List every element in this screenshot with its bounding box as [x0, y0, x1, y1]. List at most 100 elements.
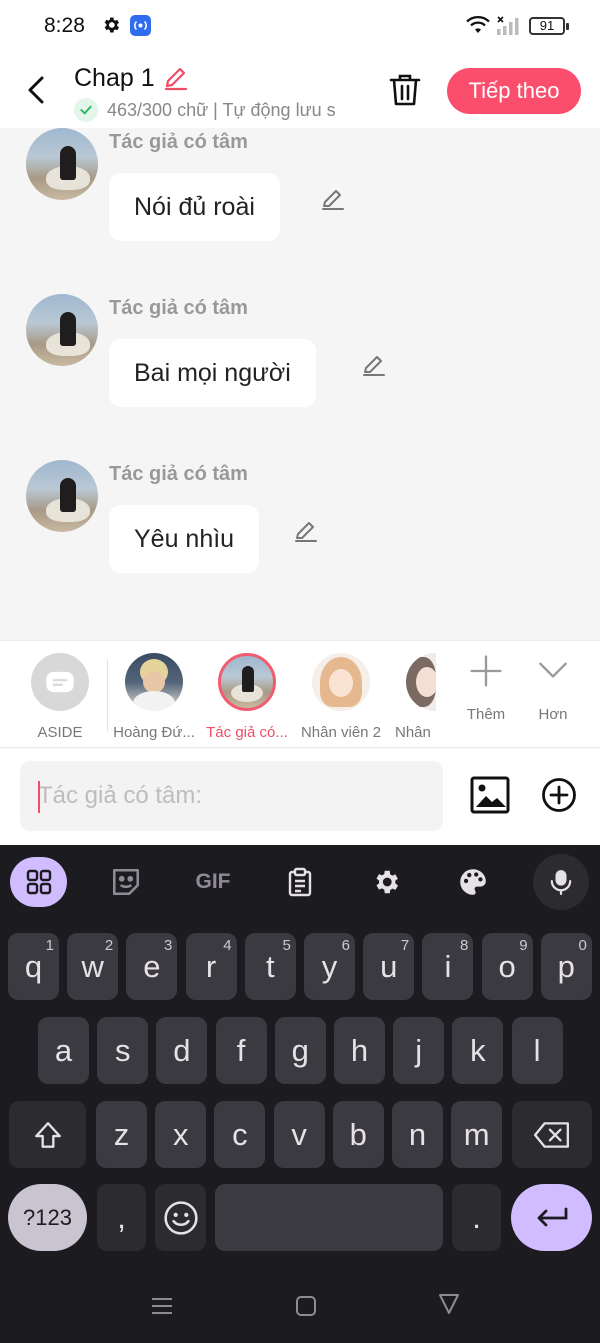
enter-key[interactable] [511, 1184, 592, 1251]
key-s[interactable]: s [97, 1017, 149, 1084]
key-u[interactable]: u7 [363, 933, 415, 1000]
avatar[interactable] [26, 460, 98, 532]
message-author: Tác giả có tâm [109, 463, 248, 485]
settings-icon[interactable] [358, 857, 414, 907]
message-bubble[interactable]: Nói đủ roài [109, 173, 280, 241]
key-g[interactable]: g [274, 1017, 326, 1084]
character-tac-gia[interactable]: Tác giả có... [204, 653, 290, 741]
key-label: i [444, 948, 452, 984]
message-bubble[interactable]: Bai mọi người [109, 339, 316, 407]
cast-icon [130, 15, 151, 36]
gif-button[interactable]: GIF [185, 857, 241, 907]
composer [0, 749, 600, 845]
key-label: u [380, 948, 398, 984]
character-aside[interactable]: ASIDE [17, 653, 103, 741]
key-hint: 6 [341, 937, 350, 954]
key-l[interactable]: l [511, 1017, 563, 1084]
emoji-key[interactable] [155, 1184, 206, 1251]
comma-key[interactable]: , [97, 1184, 146, 1251]
key-f[interactable]: f [215, 1017, 267, 1084]
next-button[interactable]: Tiếp theo [447, 68, 581, 114]
key-e[interactable]: e3 [126, 933, 178, 1000]
palette-icon[interactable] [445, 857, 501, 907]
message-bubble[interactable]: Yêu nhìu [109, 505, 260, 573]
character-label: Nhân viên 2 [300, 724, 382, 741]
word-count-status: 463/300 chữ | Tự động lưu s [74, 98, 364, 122]
character-label: ASIDE [37, 724, 83, 741]
shift-key[interactable] [9, 1101, 86, 1168]
key-hint: 9 [519, 937, 528, 954]
key-p[interactable]: p0 [540, 933, 592, 1000]
key-label: z [113, 1116, 130, 1152]
backspace-key[interactable] [512, 1101, 592, 1168]
sticker-icon[interactable] [98, 857, 154, 907]
key-q[interactable]: q1 [8, 933, 59, 1000]
key-d[interactable]: d [156, 1017, 208, 1084]
back-arrow-icon[interactable] [22, 72, 52, 108]
character-hoang[interactable]: Hoàng Đứ... [111, 653, 197, 741]
mic-icon[interactable] [533, 854, 589, 910]
symbols-key[interactable]: ?123 [8, 1184, 87, 1251]
avatar [218, 653, 276, 711]
key-label: s [114, 1032, 131, 1068]
period-key[interactable]: . [452, 1184, 501, 1251]
key-label: l [533, 1032, 541, 1068]
avatar [406, 653, 436, 711]
key-label: g [291, 1032, 309, 1068]
message-input[interactable] [20, 761, 443, 831]
key-n[interactable]: n [392, 1101, 443, 1168]
clipboard-icon[interactable] [272, 857, 328, 907]
key-label: x [172, 1116, 189, 1152]
key-label: e [143, 948, 161, 984]
expand-label: Hơn [538, 706, 568, 723]
image-icon[interactable] [470, 776, 510, 814]
key-label: d [173, 1032, 191, 1068]
message-author: Tác giả có tâm [109, 131, 248, 153]
character-label: Tác giả có... [206, 724, 288, 741]
key-k[interactable]: k [452, 1017, 504, 1084]
key-o[interactable]: o9 [481, 933, 533, 1000]
edit-title-icon[interactable] [163, 65, 189, 91]
avatar[interactable] [26, 294, 98, 366]
edit-message-icon[interactable] [320, 186, 346, 212]
key-y[interactable]: y6 [304, 933, 355, 1000]
expand-button[interactable]: Hơn [523, 653, 583, 723]
key-c[interactable]: c [214, 1101, 266, 1168]
key-hint: 4 [223, 937, 232, 954]
key-j[interactable]: j [393, 1017, 445, 1084]
avatar[interactable] [26, 128, 98, 200]
key-w[interactable]: w2 [67, 933, 119, 1000]
space-key[interactable] [215, 1184, 443, 1251]
edit-message-icon[interactable] [293, 518, 319, 544]
key-v[interactable]: v [273, 1101, 325, 1168]
key-i[interactable]: i8 [422, 933, 474, 1000]
key-label: b [349, 1116, 367, 1152]
key-x[interactable]: x [155, 1101, 207, 1168]
on-screen-keyboard: GIF q1w2e3r4t5y6u7i8o9p0asdfghjklzxcvbnm… [0, 845, 600, 1270]
shift-icon [34, 1121, 61, 1148]
character-nhan[interactable]: Nhân [392, 653, 436, 741]
avatar [125, 653, 183, 711]
recents-icon[interactable] [150, 1294, 174, 1318]
check-icon [74, 98, 98, 122]
key-label: n [408, 1116, 427, 1152]
trash-icon[interactable] [388, 72, 422, 108]
apps-icon[interactable] [10, 857, 67, 907]
key-m[interactable]: m [451, 1101, 503, 1168]
key-a[interactable]: a [38, 1017, 89, 1084]
add-circle-icon[interactable] [541, 777, 577, 813]
key-t[interactable]: t5 [244, 933, 296, 1000]
chapter-title: Chap 1 [74, 64, 155, 92]
key-b[interactable]: b [332, 1101, 384, 1168]
key-r[interactable]: r4 [185, 933, 237, 1000]
key-z[interactable]: z [96, 1101, 147, 1168]
key-hint: 3 [164, 937, 173, 954]
home-icon[interactable] [295, 1294, 319, 1318]
edit-message-icon[interactable] [361, 352, 387, 378]
character-nhan-vien-2[interactable]: Nhân viên 2 [298, 653, 384, 741]
back-nav-icon[interactable] [437, 1292, 461, 1316]
divider [107, 659, 108, 731]
status-time: 8:28 [44, 14, 85, 37]
key-h[interactable]: h [334, 1017, 385, 1084]
add-character-button[interactable]: Thêm [456, 653, 516, 723]
